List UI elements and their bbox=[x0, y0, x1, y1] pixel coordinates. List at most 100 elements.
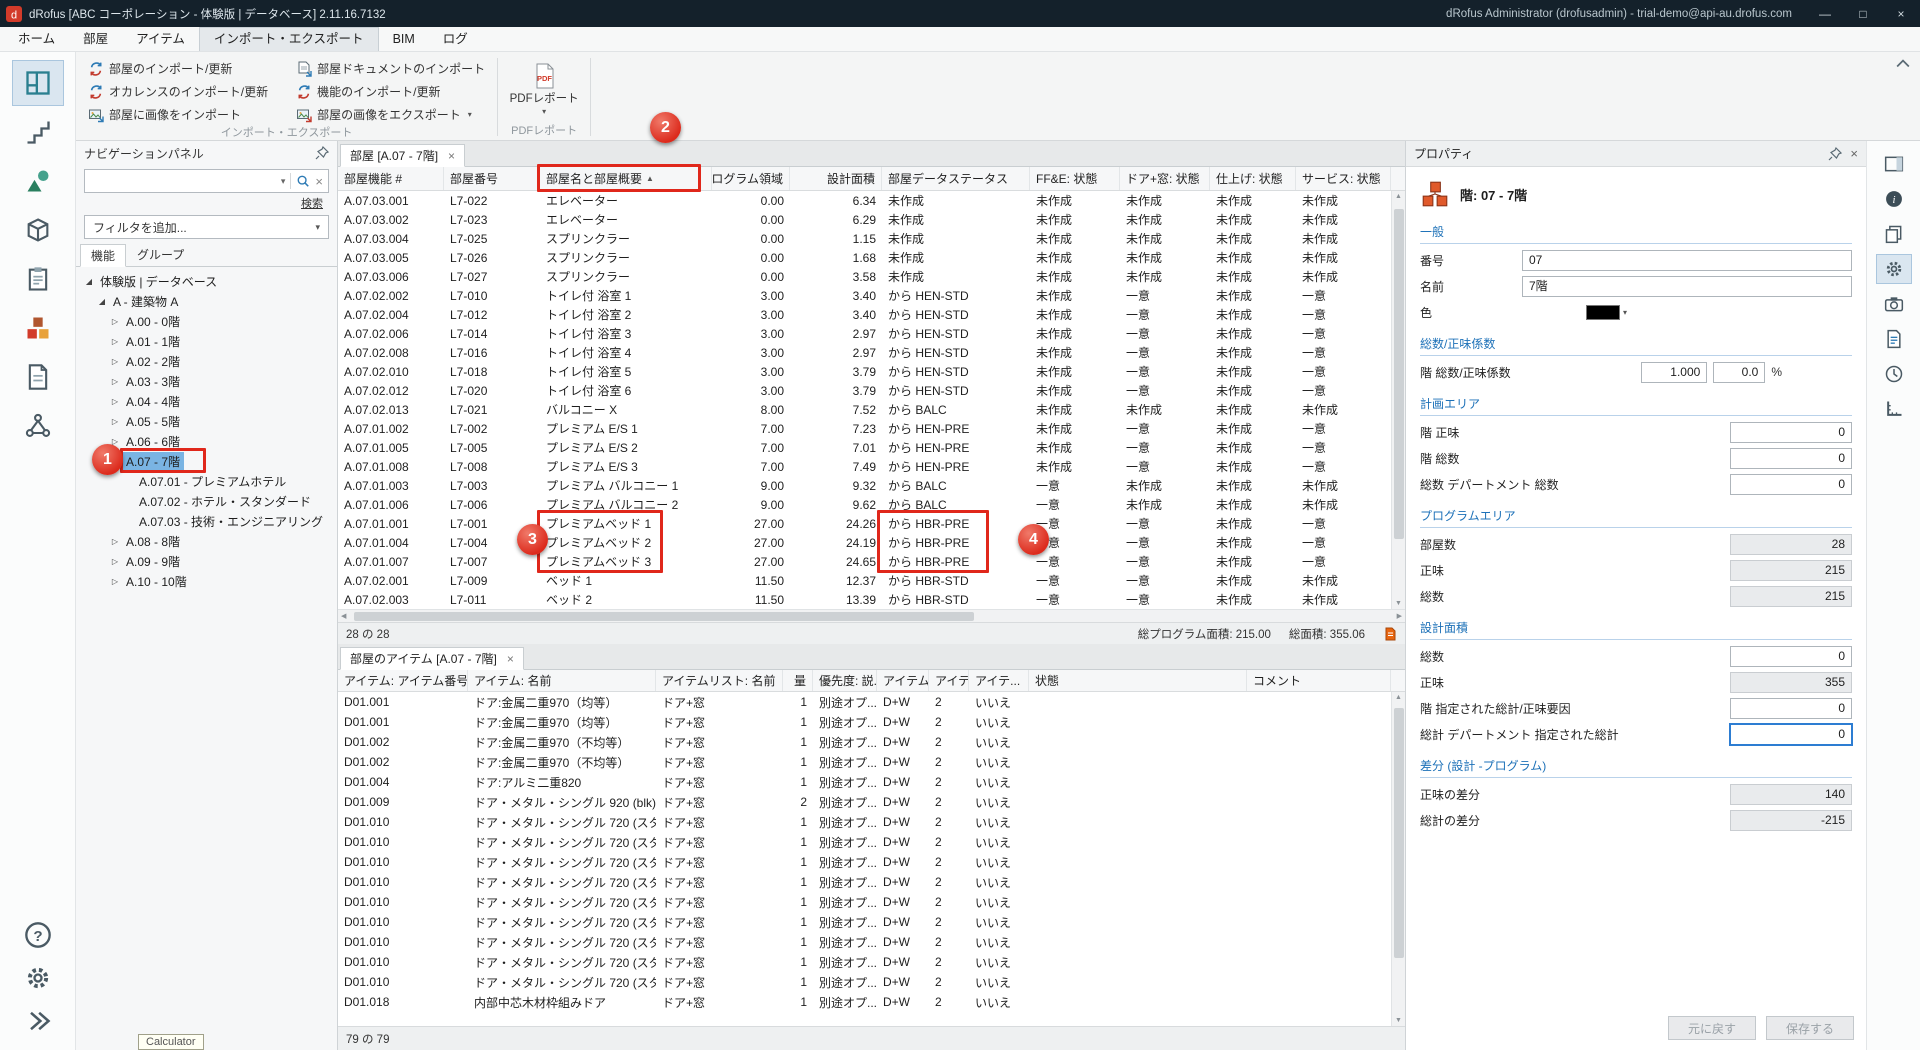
clear-search-icon[interactable]: × bbox=[315, 175, 323, 188]
property-input[interactable]: 0 bbox=[1730, 448, 1852, 469]
room-row[interactable]: A.07.02.008L7-016トイレ付 浴室 43.002.97から HEN… bbox=[338, 343, 1405, 362]
column-header-3[interactable]: 量 bbox=[783, 670, 813, 691]
nav-tab-0[interactable]: 機能 bbox=[80, 244, 126, 267]
tree-item[interactable]: ▷A.09 - 9階 bbox=[76, 551, 337, 571]
column-header-6[interactable]: アイテ... bbox=[929, 670, 969, 691]
item-row[interactable]: D01.010ドア・メタル・シングル 720 (スタッド)ドア+窓1別途オプ..… bbox=[338, 812, 1405, 832]
item-row[interactable]: D01.010ドア・メタル・シングル 720 (スタッド)ドア+窓1別途オプ..… bbox=[338, 952, 1405, 972]
property-input[interactable]: 7階 bbox=[1522, 276, 1852, 297]
vertical-scrollbar[interactable]: ▲ ▼ bbox=[1391, 191, 1405, 609]
history-button[interactable] bbox=[1876, 359, 1912, 389]
tree-collapsed-icon[interactable]: ▷ bbox=[108, 577, 122, 586]
ribbon-button-3[interactable]: 部屋ドキュメントのインポート bbox=[292, 58, 489, 79]
tree-item[interactable]: ▷A.01 - 1階 bbox=[76, 331, 337, 351]
item-row[interactable]: D01.010ドア・メタル・シングル 720 (スタッド)ドア+窓1別途オプ..… bbox=[338, 872, 1405, 892]
chevron-down-icon[interactable]: ▾ bbox=[281, 176, 286, 187]
ribbon-button-5[interactable]: 部屋の画像をエクスポート▾ bbox=[292, 104, 489, 125]
item-row[interactable]: D01.001ドア:金属二重970（均等）ドア+窓1別途オプ...D+W2いいえ bbox=[338, 692, 1405, 712]
scrollbar-thumb[interactable] bbox=[354, 612, 974, 621]
tree-item[interactable]: ◢体験版 | データベース bbox=[76, 271, 337, 291]
item-row[interactable]: D01.010ドア・メタル・シングル 720 (スタッド)ドア+窓1別途オプ..… bbox=[338, 912, 1405, 932]
pin-icon[interactable] bbox=[315, 146, 329, 160]
tree-item[interactable]: ▷A.08 - 8階 bbox=[76, 531, 337, 551]
save-button[interactable]: 保存する bbox=[1766, 1016, 1854, 1040]
column-header-6[interactable]: FF&E: 状態 bbox=[1030, 167, 1120, 190]
tree-item[interactable]: ▷A.00 - 0階 bbox=[76, 311, 337, 331]
scroll-left-icon[interactable]: ◀ bbox=[341, 612, 346, 620]
pin-icon[interactable] bbox=[1828, 147, 1842, 161]
property-input[interactable]: -215 bbox=[1730, 810, 1852, 831]
room-row[interactable]: A.07.01.008L7-008プレミアム E/S 37.007.49から H… bbox=[338, 457, 1405, 476]
search-icon[interactable] bbox=[296, 174, 310, 188]
organization-button[interactable] bbox=[12, 403, 64, 449]
room-row[interactable]: A.07.01.003L7-003プレミアム バルコニー 19.009.32から… bbox=[338, 476, 1405, 495]
item-row[interactable]: D01.002ドア:金属二重970（不均等）ドア+窓1別途オプ...D+W2いい… bbox=[338, 752, 1405, 772]
room-row[interactable]: A.07.01.005L7-005プレミアム E/S 27.007.01から H… bbox=[338, 438, 1405, 457]
room-row[interactable]: A.07.03.005L7-026スプリンクラー0.001.68未作成未作成未作… bbox=[338, 248, 1405, 267]
property-input[interactable]: 0 bbox=[1730, 646, 1852, 667]
item-row[interactable]: D01.010ドア・メタル・シングル 720 (スタッド)ドア+窓1別途オプ..… bbox=[338, 972, 1405, 992]
nav-tab-1[interactable]: グループ bbox=[126, 243, 195, 266]
ribbon-button-4[interactable]: 機能のインポート/更新 bbox=[292, 81, 489, 102]
tree-item[interactable]: ▷A.06 - 6階 bbox=[76, 431, 337, 451]
search-input[interactable] bbox=[90, 170, 276, 192]
items-button[interactable] bbox=[12, 256, 64, 302]
tree-collapsed-icon[interactable]: ▷ bbox=[108, 537, 122, 546]
column-header-7[interactable]: アイテ... bbox=[969, 670, 1029, 691]
tree-expanded-icon[interactable]: ◢ bbox=[108, 457, 122, 466]
column-header-5[interactable]: 部屋データステータス bbox=[882, 167, 1030, 190]
tree-collapsed-icon[interactable]: ▷ bbox=[108, 417, 122, 426]
column-header-2[interactable]: アイテムリスト: 名前 bbox=[656, 670, 783, 691]
tree-item[interactable]: ▷A.03 - 3階 bbox=[76, 371, 337, 391]
scroll-right-icon[interactable]: ▶ bbox=[1397, 612, 1402, 620]
tree-item[interactable]: ▷A.02 - 2階 bbox=[76, 351, 337, 371]
room-row[interactable]: A.07.02.006L7-014トイレ付 浴室 33.002.97から HEN… bbox=[338, 324, 1405, 343]
percent-input[interactable]: 0.0 bbox=[1713, 362, 1765, 383]
property-input[interactable]: 07 bbox=[1522, 250, 1852, 271]
room-row[interactable]: A.07.01.001L7-001プレミアムベッド 127.0024.26から … bbox=[338, 514, 1405, 533]
column-header-8[interactable]: 状態 bbox=[1029, 670, 1247, 691]
item-row[interactable]: D01.010ドア・メタル・シングル 720 (スタッド)ドア+窓1別途オプ..… bbox=[338, 852, 1405, 872]
room-row[interactable]: A.07.03.004L7-025スプリンクラー0.001.15未作成未作成未作… bbox=[338, 229, 1405, 248]
info-button[interactable]: i bbox=[1876, 184, 1912, 214]
tree-collapsed-icon[interactable]: ▷ bbox=[108, 557, 122, 566]
close-tab-icon[interactable]: × bbox=[507, 652, 514, 666]
property-input[interactable]: 0 bbox=[1730, 422, 1852, 443]
tree-item[interactable]: ◢A - 建築物 A bbox=[76, 291, 337, 311]
room-row[interactable]: A.07.01.006L7-006プレミアム バルコニー 29.009.62から… bbox=[338, 495, 1405, 514]
column-header-1[interactable]: 部屋番号 bbox=[444, 167, 540, 190]
column-header-7[interactable]: ドア+窓: 状態 bbox=[1120, 167, 1210, 190]
tree-item[interactable]: A.07.01 - プレミアムホテル bbox=[76, 471, 337, 491]
column-header-8[interactable]: 仕上げ: 状態 bbox=[1210, 167, 1296, 190]
measure-button[interactable] bbox=[1876, 394, 1912, 424]
minimize-button[interactable]: — bbox=[1806, 0, 1844, 27]
property-input[interactable]: 28 bbox=[1730, 534, 1852, 555]
menu-tab-1[interactable]: 部屋 bbox=[69, 27, 122, 51]
collapse-ribbon-icon[interactable] bbox=[1896, 58, 1910, 68]
horizontal-scrollbar[interactable]: ◀ ▶ bbox=[338, 609, 1405, 622]
item-row[interactable]: D01.010ドア・メタル・シングル 720 (スタッド)ドア+窓1別途オプ..… bbox=[338, 892, 1405, 912]
column-header-5[interactable]: アイテム... bbox=[877, 670, 929, 691]
item-row[interactable]: D01.001ドア:金属二重970（均等）ドア+窓1別途オプ...D+W2いいえ bbox=[338, 712, 1405, 732]
ribbon-button-0[interactable]: 部屋のインポート/更新 bbox=[84, 58, 272, 79]
ribbon-button-2[interactable]: 部屋に画像をインポート bbox=[84, 104, 272, 125]
pdf-report-button[interactable]: PDF PDFレポート ▾ bbox=[506, 61, 582, 118]
column-header-2[interactable]: 部屋名と部屋概要▲ bbox=[540, 167, 712, 190]
ribbon-button-1[interactable]: オカレンスのインポート/更新 bbox=[84, 81, 272, 102]
item-row[interactable]: D01.004ドア:アルミ二重820ドア+窓1別途オプ...D+W2いいえ bbox=[338, 772, 1405, 792]
scroll-down-icon[interactable]: ▼ bbox=[1395, 1017, 1402, 1024]
rooms-button[interactable] bbox=[12, 60, 64, 106]
help-button[interactable]: ? bbox=[12, 915, 64, 955]
tree-collapsed-icon[interactable]: ▷ bbox=[108, 357, 122, 366]
images-button[interactable] bbox=[1876, 289, 1912, 319]
column-header-0[interactable]: アイテム: アイテム番号▲ bbox=[338, 670, 468, 691]
room-row[interactable]: A.07.02.004L7-012トイレ付 浴室 23.003.40から HEN… bbox=[338, 305, 1405, 324]
tree-collapsed-icon[interactable]: ▷ bbox=[108, 337, 122, 346]
settings-button[interactable] bbox=[12, 958, 64, 998]
column-header-9[interactable]: サービス: 状態 bbox=[1296, 167, 1391, 190]
tree-collapsed-icon[interactable]: ▷ bbox=[108, 397, 122, 406]
property-input[interactable]: 215 bbox=[1730, 586, 1852, 607]
tree-expanded-icon[interactable]: ◢ bbox=[82, 277, 96, 286]
room-row[interactable]: A.07.02.002L7-010トイレ付 浴室 13.003.40から HEN… bbox=[338, 286, 1405, 305]
menu-tab-3[interactable]: インポート・エクスポート bbox=[199, 27, 379, 51]
